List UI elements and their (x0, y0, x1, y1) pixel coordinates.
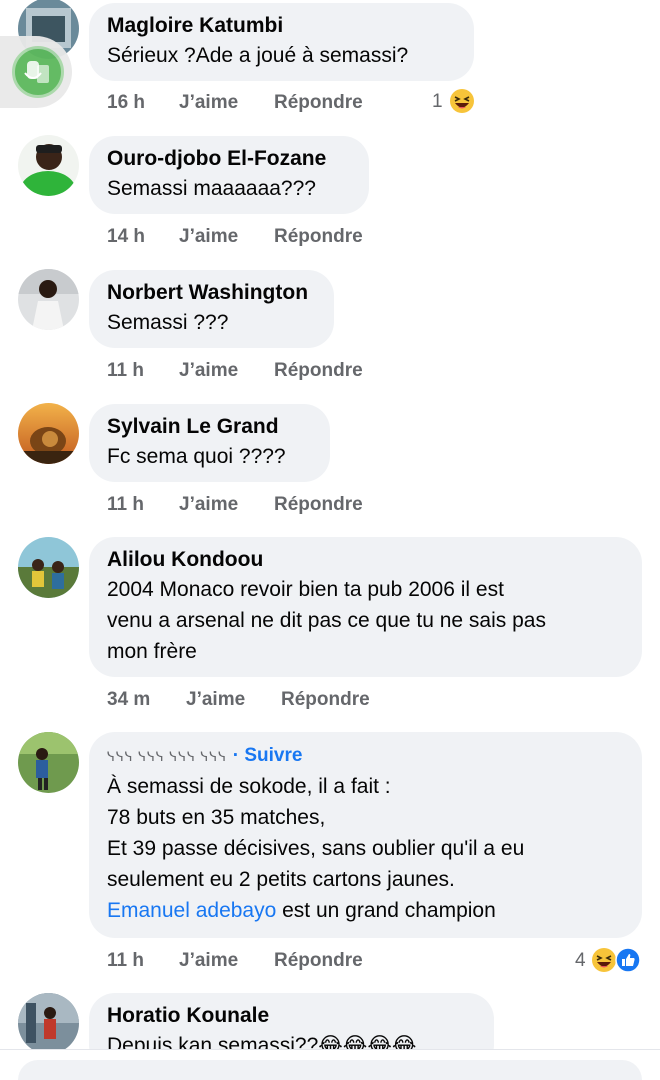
comment-bubble: Ouro-djobo El-Fozane Semassi maaaaaa??? (89, 136, 369, 214)
voice-input-widget[interactable] (0, 36, 72, 108)
comment-text-tail: est un grand champion (276, 899, 496, 922)
reply-button[interactable]: Répondre (274, 494, 363, 516)
comment-text-line: 78 buts en 35 matches, (107, 806, 326, 829)
comment-text: Semassi maaaaaa??? (107, 177, 316, 200)
comment-text-line: mon frère (107, 640, 197, 663)
comment-author[interactable]: Sylvain Le Grand (107, 413, 311, 441)
comment-bubble: Alilou Kondoou 2004 Monaco revoir bien t… (89, 537, 642, 677)
comment-text: Sérieux ?Ade a joué à semassi? (107, 44, 409, 67)
reaction-count[interactable]: 1 (432, 91, 443, 113)
comment-text-line: venu a arsenal ne dit pas ce que tu ne s… (107, 609, 546, 632)
reply-button[interactable]: Répondre (274, 950, 363, 972)
reply-button[interactable]: Répondre (281, 689, 370, 711)
comment-text: Fc sema quoi ???? (107, 445, 286, 468)
avatar[interactable] (18, 993, 79, 1054)
mention-link[interactable]: Emanuel adebayo (107, 899, 276, 922)
comment-text-line: Et 39 passe décisives, sans oublier qu'i… (107, 837, 525, 860)
comment-text: Semassi ??? (107, 311, 229, 334)
comment-time[interactable]: 34 m (107, 689, 150, 711)
comment-bubble: ᓭᓭᓭ ᓭᓭᓭ ᓭᓭᓭ ᓭᓭᓭ · Suivre À semassi de so… (89, 732, 642, 938)
comment-bubble: Sylvain Le Grand Fc sema quoi ???? (89, 404, 330, 482)
avatar[interactable] (18, 537, 79, 598)
comment-author-row: ᓭᓭᓭ ᓭᓭᓭ ᓭᓭᓭ ᓭᓭᓭ · Suivre (107, 741, 623, 771)
avatar[interactable] (18, 732, 79, 793)
like-icon[interactable] (615, 947, 641, 973)
like-button[interactable]: J’aime (186, 689, 245, 711)
comment-author[interactable]: Magloire Katumbi (107, 12, 455, 40)
comment-text-line: Emanuel adebayo est un grand champion (107, 895, 623, 926)
mic-icon[interactable] (12, 46, 64, 98)
comment-input[interactable] (18, 1060, 642, 1080)
reaction-count[interactable]: 4 (575, 950, 586, 972)
comment-text-line: 2004 Monaco revoir bien ta pub 2006 il e… (107, 578, 504, 601)
comment-author[interactable]: Alilou Kondoou (107, 546, 623, 574)
comment-text-line: À semassi de sokode, il a fait : (107, 775, 391, 798)
comment-text-line: seulement eu 2 petits cartons jaunes. (107, 868, 455, 891)
comment-time[interactable]: 11 h (107, 494, 144, 516)
avatar[interactable] (18, 135, 79, 196)
comment-composer (0, 1049, 660, 1080)
like-button[interactable]: J’aime (179, 494, 238, 516)
like-button[interactable]: J’aime (179, 950, 238, 972)
comment-bubble: Norbert Washington Semassi ??? (89, 270, 334, 348)
comment-author[interactable]: Horatio Kounale (107, 1002, 475, 1030)
reply-button[interactable]: Répondre (274, 92, 363, 114)
follow-button[interactable]: · Suivre (233, 745, 303, 766)
comment-author[interactable]: ᓭᓭᓭ ᓭᓭᓭ ᓭᓭᓭ ᓭᓭᓭ (107, 749, 227, 764)
comment-author[interactable]: Norbert Washington (107, 279, 315, 307)
reply-button[interactable]: Répondre (274, 226, 363, 248)
comment-time[interactable]: 11 h (107, 360, 144, 382)
reply-button[interactable]: Répondre (274, 360, 363, 382)
comment-time[interactable]: 11 h (107, 950, 144, 972)
comment-author[interactable]: Ouro-djobo El-Fozane (107, 145, 350, 173)
avatar[interactable] (18, 403, 79, 464)
comment-bubble: Magloire Katumbi Sérieux ?Ade a joué à s… (89, 3, 474, 81)
like-button[interactable]: J’aime (179, 360, 238, 382)
avatar[interactable] (18, 269, 79, 330)
like-button[interactable]: J’aime (179, 226, 238, 248)
comment-time[interactable]: 16 h (107, 92, 145, 114)
comment-time[interactable]: 14 h (107, 226, 145, 248)
laughing-emoji-icon[interactable] (449, 88, 475, 114)
laughing-emoji-icon[interactable] (591, 947, 617, 973)
like-button[interactable]: J’aime (179, 92, 238, 114)
